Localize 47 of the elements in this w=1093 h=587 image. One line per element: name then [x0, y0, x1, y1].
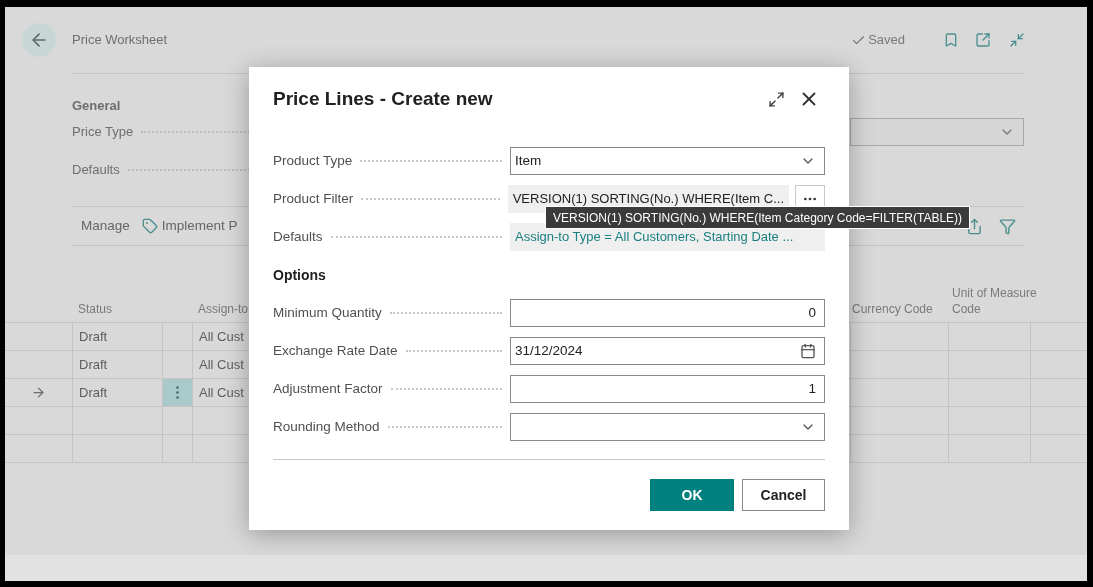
tooltip: VERSION(1) SORTING(No.) WHERE(Item Category Code=FILTER(TABLE)) [545, 206, 971, 229]
date-field[interactable]: 31/12/2024 [510, 337, 825, 365]
table-cell-text: Draft [79, 327, 108, 346]
column-header[interactable]: Currency Code [852, 302, 933, 316]
bookmark-icon[interactable] [943, 32, 959, 48]
table-cell-text: All Cust [199, 355, 244, 374]
table-cell-text: Draft [79, 383, 108, 402]
number-field[interactable]: 1 [510, 375, 825, 403]
column-header[interactable]: Status [78, 302, 113, 316]
field-label: Product Type [273, 151, 353, 170]
field-label: Adjustment Factor [273, 379, 383, 398]
table-cell-text: All Cust [199, 383, 244, 402]
select-field[interactable]: Item [510, 147, 825, 175]
saved-status: Saved [868, 31, 905, 50]
share-icon[interactable] [966, 217, 983, 235]
field-label: Defaults [273, 227, 323, 246]
collapse-icon[interactable] [1009, 32, 1025, 48]
row-menu-button[interactable] [162, 379, 192, 406]
select-field[interactable] [510, 413, 825, 441]
current-row-icon [31, 385, 46, 400]
number-field[interactable]: 0 [510, 299, 825, 327]
cancel-button[interactable]: Cancel [742, 479, 825, 511]
column-header[interactable]: Assign-to [198, 302, 249, 316]
field-label: Rounding Method [273, 417, 380, 436]
action-button[interactable]: Implement P [141, 215, 238, 237]
dialog-title: Price Lines - Create new [273, 86, 493, 111]
section-heading: Options [273, 265, 326, 285]
field-label: Defaults [72, 161, 120, 180]
select-field[interactable] [850, 118, 1024, 146]
field-label: Exchange Rate Date [273, 341, 398, 360]
page-title: Price Worksheet [72, 31, 168, 50]
field-label: Price Type [72, 123, 134, 142]
column-header[interactable]: Unit of Measure Code [952, 285, 1044, 317]
field-label: Product Filter [273, 189, 354, 208]
filter-icon[interactable] [999, 217, 1016, 235]
expand-icon[interactable] [768, 90, 785, 108]
open-new-window-icon[interactable] [975, 32, 991, 48]
field-label: Minimum Quantity [273, 303, 382, 322]
back-button[interactable] [22, 23, 56, 57]
table-cell-text: All Cust [199, 327, 244, 346]
tag-icon [141, 218, 158, 234]
table-cell-text: Draft [79, 355, 108, 374]
ok-button[interactable]: OK [650, 479, 734, 511]
section-heading: General [72, 97, 121, 114]
calendar-icon [800, 343, 816, 359]
more-vertical-icon [176, 386, 179, 399]
manage-menu[interactable]: Manage [81, 215, 130, 237]
